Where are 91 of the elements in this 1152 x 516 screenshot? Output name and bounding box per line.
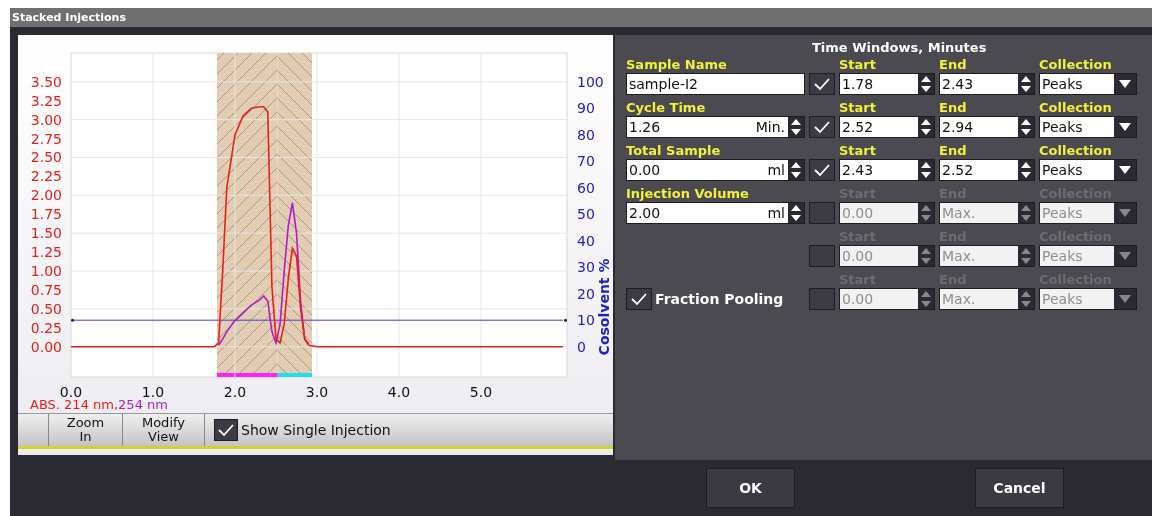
y2-tick-label: 90: [577, 100, 595, 117]
checkbox[interactable]: [809, 202, 835, 224]
y2-tick-label: 100: [577, 73, 604, 90]
check-icon: [217, 423, 235, 437]
column-label: End: [939, 142, 968, 159]
checkbox[interactable]: [809, 288, 835, 310]
axis-title: Cosolvent %: [596, 258, 612, 356]
text-field[interactable]: sample-I2: [626, 73, 805, 95]
column-label: Start: [839, 99, 877, 116]
column-label: Collection: [1039, 99, 1113, 116]
spinner-icon[interactable]: [918, 74, 934, 94]
y2-tick-label: 50: [577, 206, 595, 223]
start-field[interactable]: 2.52: [839, 116, 935, 138]
check-icon: [630, 292, 648, 306]
spinner-icon[interactable]: [1018, 160, 1034, 180]
spinner-icon[interactable]: [1018, 117, 1034, 137]
number-field[interactable]: 0.00 ml: [626, 159, 805, 181]
y-tick-label: 2.25: [30, 168, 62, 185]
dialog-button[interactable]: OK: [706, 468, 795, 508]
check-icon: [813, 120, 831, 134]
y-tick-label: 3.00: [30, 111, 62, 128]
x-tick-label: 3.0: [305, 384, 329, 397]
checkbox[interactable]: [809, 159, 835, 181]
column-label: Collection: [1039, 56, 1113, 73]
y-tick-label: 0.00: [30, 338, 62, 355]
checkbox-label: Fraction Pooling: [655, 291, 784, 307]
y2-tick-label: 20: [577, 285, 595, 302]
checkbox[interactable]: [809, 245, 835, 267]
field-label: Total Sample: [626, 142, 722, 159]
field-label: Sample Name: [626, 56, 728, 73]
column-label: Collection: [1039, 142, 1113, 159]
y2-tick-label: 40: [577, 232, 595, 249]
checkbox[interactable]: [626, 288, 652, 310]
start-field[interactable]: 1.78: [839, 73, 935, 95]
spinner-icon[interactable]: [918, 117, 934, 137]
collection-dropdown[interactable]: Peaks: [1039, 116, 1137, 138]
spinner-icon[interactable]: [788, 160, 804, 180]
y-tick-label: 2.50: [30, 149, 62, 166]
caret-icon[interactable]: [1114, 117, 1136, 137]
end-field[interactable]: 2.43: [939, 73, 1035, 95]
column-label: Start: [839, 142, 877, 159]
section-title: Time Windows, Minutes: [812, 40, 988, 56]
y-tick-label: 1.00: [30, 263, 62, 279]
x-tick-label: 2.0: [223, 384, 247, 397]
field-label: Injection Volume: [626, 185, 750, 202]
number-field[interactable]: 2.00 ml: [626, 202, 805, 224]
collection-dropdown[interactable]: Peaks: [1039, 73, 1137, 95]
y-tick-label: 1.75: [30, 206, 62, 223]
dialog-button[interactable]: Cancel: [975, 468, 1064, 508]
absorbance-label: ABS. 214 nm,254 nm: [29, 397, 168, 412]
y-tick-label: 0.25: [30, 319, 62, 336]
spinner-icon[interactable]: [1018, 74, 1034, 94]
x-tick-label: 5.0: [469, 384, 493, 397]
checkbox[interactable]: [214, 419, 238, 441]
y2-tick-label: 70: [577, 153, 595, 170]
window-title: Stacked Injections: [10, 8, 1152, 27]
x-tick-label: 4.0: [387, 384, 411, 397]
start-field[interactable]: 2.43: [839, 159, 935, 181]
caret-icon[interactable]: [1114, 74, 1136, 94]
caret-icon[interactable]: [1114, 160, 1136, 180]
checkbox[interactable]: [809, 116, 835, 138]
y2-tick-label: 0: [577, 338, 586, 355]
y-tick-label: 3.50: [30, 73, 62, 90]
check-icon: [813, 77, 831, 91]
y-tick-label: 0.75: [30, 281, 62, 298]
column-label: Start: [839, 56, 877, 73]
y-tick-label: 3.25: [30, 92, 62, 109]
column-label: End: [939, 56, 968, 73]
y-tick-label: 0.50: [30, 300, 62, 317]
spinner-icon[interactable]: [788, 203, 804, 223]
y-tick-label: 2.00: [30, 187, 62, 204]
y2-tick-label: 60: [577, 179, 595, 196]
y2-tick-label: 80: [577, 126, 595, 143]
y2-tick-label: 10: [577, 312, 595, 329]
checkbox-label: Show Single Injection: [241, 422, 391, 438]
collection-dropdown[interactable]: Peaks: [1039, 159, 1137, 181]
y-tick-label: 2.75: [30, 130, 62, 147]
y-tick-label: 1.50: [30, 225, 62, 242]
spinner-icon[interactable]: [918, 160, 934, 180]
end-field[interactable]: 2.94: [939, 116, 1035, 138]
spinner-icon[interactable]: [788, 117, 804, 137]
column-label: End: [939, 99, 968, 116]
y2-tick-label: 30: [577, 259, 595, 276]
field-label: Cycle Time: [626, 99, 707, 116]
checkbox[interactable]: [809, 73, 835, 95]
number-field[interactable]: 1.26 Min.: [626, 116, 805, 138]
y-tick-label: 1.25: [30, 244, 62, 261]
x-tick-label: 1.0: [141, 384, 165, 397]
check-icon: [813, 163, 831, 177]
end-field[interactable]: 2.52: [939, 159, 1035, 181]
x-tick-label: 0.0: [59, 384, 83, 397]
